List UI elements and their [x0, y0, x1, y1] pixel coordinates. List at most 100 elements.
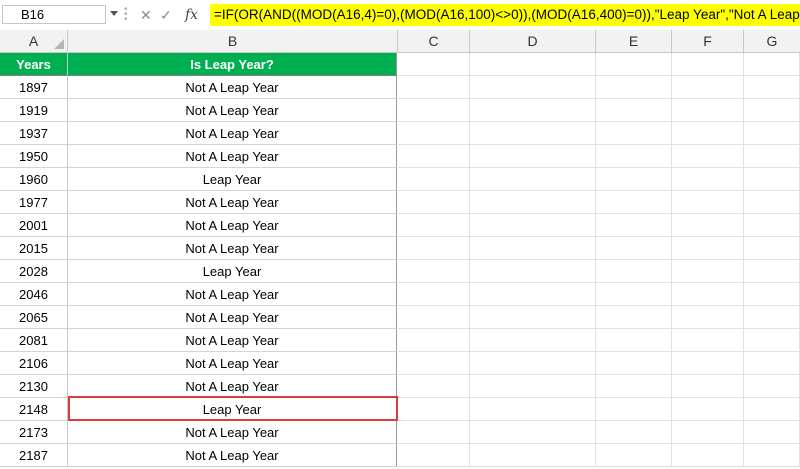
empty-cell[interactable]	[672, 306, 744, 329]
empty-cell[interactable]	[398, 53, 470, 76]
cell-year[interactable]: 2187	[0, 444, 68, 467]
empty-cell[interactable]	[398, 421, 470, 444]
empty-cell[interactable]	[470, 306, 596, 329]
header-cell-is-leap-year[interactable]: Is Leap Year?	[68, 53, 397, 76]
empty-cell[interactable]	[672, 76, 744, 99]
empty-cell[interactable]	[470, 329, 596, 352]
cell-year[interactable]: 1919	[0, 99, 68, 122]
insert-function-icon[interactable]: fx	[185, 6, 198, 24]
empty-cell[interactable]	[672, 214, 744, 237]
empty-cell[interactable]	[596, 421, 672, 444]
empty-cell[interactable]	[744, 352, 800, 375]
empty-cell[interactable]	[398, 375, 470, 398]
cell-result[interactable]: Leap Year	[68, 398, 397, 421]
empty-cell[interactable]	[672, 99, 744, 122]
empty-cell[interactable]	[596, 375, 672, 398]
empty-cell[interactable]	[596, 145, 672, 168]
empty-cell[interactable]	[744, 283, 800, 306]
empty-cell[interactable]	[744, 214, 800, 237]
empty-cell[interactable]	[470, 260, 596, 283]
empty-cell[interactable]	[470, 168, 596, 191]
cell-year[interactable]: 2015	[0, 237, 68, 260]
column-header-g[interactable]: G	[744, 30, 800, 52]
empty-cell[interactable]	[672, 237, 744, 260]
empty-cell[interactable]	[470, 398, 596, 421]
cell-result[interactable]: Not A Leap Year	[68, 145, 397, 168]
cell-year[interactable]: 1937	[0, 122, 68, 145]
cell-result[interactable]: Not A Leap Year	[68, 191, 397, 214]
empty-cell[interactable]	[470, 444, 596, 467]
cancel-icon[interactable]: ✕	[140, 6, 152, 24]
empty-cell[interactable]	[398, 283, 470, 306]
empty-cell[interactable]	[744, 53, 800, 76]
empty-cell[interactable]	[744, 168, 800, 191]
empty-cell[interactable]	[470, 237, 596, 260]
cell-result[interactable]: Not A Leap Year	[68, 375, 397, 398]
empty-cell[interactable]	[672, 145, 744, 168]
empty-cell[interactable]	[596, 260, 672, 283]
cell-result[interactable]: Not A Leap Year	[68, 306, 397, 329]
empty-cell[interactable]	[596, 283, 672, 306]
empty-cell[interactable]	[672, 191, 744, 214]
cell-result[interactable]: Not A Leap Year	[68, 444, 397, 467]
cell-year[interactable]: 2081	[0, 329, 68, 352]
cell-year[interactable]: 2028	[0, 260, 68, 283]
cell-result[interactable]: Not A Leap Year	[68, 122, 397, 145]
empty-cell[interactable]	[398, 306, 470, 329]
cell-year[interactable]: 1960	[0, 168, 68, 191]
empty-cell[interactable]	[596, 306, 672, 329]
empty-cell[interactable]	[596, 168, 672, 191]
empty-cell[interactable]	[596, 76, 672, 99]
empty-cell[interactable]	[470, 191, 596, 214]
name-box-dropdown-icon[interactable]	[110, 11, 118, 16]
column-header-c[interactable]: C	[398, 30, 470, 52]
empty-cell[interactable]	[596, 122, 672, 145]
empty-cell[interactable]	[470, 352, 596, 375]
empty-cell[interactable]	[470, 375, 596, 398]
cell-year[interactable]: 1950	[0, 145, 68, 168]
header-cell-years[interactable]: Years	[0, 53, 68, 76]
empty-cell[interactable]	[398, 352, 470, 375]
empty-cell[interactable]	[398, 122, 470, 145]
column-header-b[interactable]: B	[68, 30, 398, 52]
cell-result[interactable]: Not A Leap Year	[68, 421, 397, 444]
empty-cell[interactable]	[744, 329, 800, 352]
empty-cell[interactable]	[470, 76, 596, 99]
empty-cell[interactable]	[470, 214, 596, 237]
empty-cell[interactable]	[744, 444, 800, 467]
empty-cell[interactable]	[744, 145, 800, 168]
cell-year[interactable]: 2065	[0, 306, 68, 329]
empty-cell[interactable]	[470, 283, 596, 306]
empty-cell[interactable]	[470, 53, 596, 76]
empty-cell[interactable]	[596, 53, 672, 76]
cell-result[interactable]: Not A Leap Year	[68, 352, 397, 375]
empty-cell[interactable]	[672, 398, 744, 421]
empty-cell[interactable]	[398, 191, 470, 214]
empty-cell[interactable]	[672, 329, 744, 352]
cell-result[interactable]: Leap Year	[68, 168, 397, 191]
cell-result[interactable]: Leap Year	[68, 260, 397, 283]
empty-cell[interactable]	[744, 76, 800, 99]
empty-cell[interactable]	[744, 122, 800, 145]
empty-cell[interactable]	[398, 214, 470, 237]
empty-cell[interactable]	[596, 214, 672, 237]
empty-cell[interactable]	[398, 145, 470, 168]
empty-cell[interactable]	[672, 352, 744, 375]
empty-cell[interactable]	[672, 283, 744, 306]
empty-cell[interactable]	[744, 421, 800, 444]
empty-cell[interactable]	[470, 421, 596, 444]
empty-cell[interactable]	[744, 398, 800, 421]
empty-cell[interactable]	[744, 99, 800, 122]
empty-cell[interactable]	[672, 122, 744, 145]
cell-year[interactable]: 2130	[0, 375, 68, 398]
empty-cell[interactable]	[672, 421, 744, 444]
empty-cell[interactable]	[744, 375, 800, 398]
cell-year[interactable]: 2046	[0, 283, 68, 306]
cell-year[interactable]: 2106	[0, 352, 68, 375]
empty-cell[interactable]	[398, 237, 470, 260]
empty-cell[interactable]	[596, 329, 672, 352]
empty-cell[interactable]	[398, 444, 470, 467]
empty-cell[interactable]	[596, 444, 672, 467]
column-header-f[interactable]: F	[672, 30, 744, 52]
cell-year[interactable]: 1897	[0, 76, 68, 99]
